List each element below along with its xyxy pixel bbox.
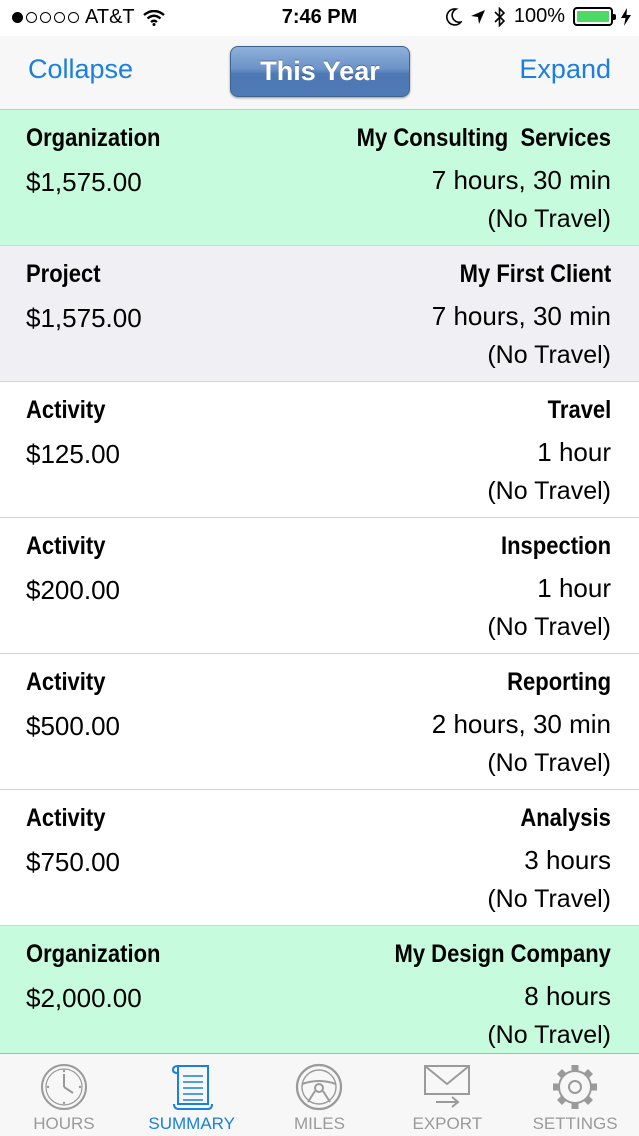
charging-icon (621, 7, 631, 26)
row-name: Inspection (500, 532, 611, 560)
period-selector-button[interactable]: This Year (230, 46, 410, 97)
row-type: Activity (26, 668, 106, 696)
row-type: Organization (26, 940, 161, 968)
row-travel: (No Travel) (487, 477, 611, 505)
battery-percent: 100% (513, 5, 565, 27)
envelope-icon (424, 1065, 471, 1108)
row-name: My Design Company (394, 940, 611, 968)
tab-summary[interactable]: SUMMARY (128, 1054, 256, 1136)
row-duration: 1 hour (537, 573, 611, 603)
row-name: Analysis (520, 804, 611, 832)
steering-wheel-icon (296, 1063, 343, 1111)
row-duration: 7 hours, 30 min (431, 301, 611, 331)
gear-icon (553, 1065, 598, 1109)
summary-row-organization[interactable]: Organization $2,000.00 My Design Company… (0, 926, 639, 1053)
row-duration: 3 hours (524, 845, 611, 875)
row-amount: $200.00 (26, 575, 120, 605)
battery-icon (573, 7, 616, 26)
row-duration: 7 hours, 30 min (431, 165, 611, 195)
row-duration: 1 hour (537, 437, 611, 467)
summary-row-activity[interactable]: Activity $500.00 Reporting 2 hours, 30 m… (0, 654, 639, 790)
expand-button[interactable]: Expand (519, 54, 611, 85)
row-duration: 8 hours (524, 981, 611, 1011)
row-amount: $125.00 (26, 439, 120, 469)
clock-icon (40, 1064, 87, 1110)
row-type: Activity (26, 396, 106, 424)
row-amount: $750.00 (26, 847, 120, 877)
summary-list[interactable]: Organization $1,575.00 My Consulting Ser… (0, 110, 639, 1053)
tab-label: MILES (293, 1114, 345, 1133)
tab-settings[interactable]: SETTINGS (511, 1054, 639, 1136)
summary-row-activity[interactable]: Activity $200.00 Inspection 1 hour (No T… (0, 518, 639, 654)
tab-hours[interactable]: HOURS (0, 1054, 128, 1136)
location-arrow-icon (470, 9, 485, 24)
row-travel: (No Travel) (487, 205, 611, 233)
summary-row-organization[interactable]: Organization $1,575.00 My Consulting Ser… (0, 110, 639, 246)
scroll-icon (171, 1065, 213, 1110)
row-type: Organization (26, 124, 161, 152)
row-travel: (No Travel) (487, 885, 611, 913)
row-name: My Consulting Services (356, 124, 611, 152)
tab-export[interactable]: EXPORT (383, 1054, 511, 1136)
row-name: Travel (547, 396, 611, 424)
row-type: Activity (26, 804, 106, 832)
row-amount: $1,575.00 (26, 303, 142, 333)
status-bar: AT&T 7:46 PM 100% (0, 0, 639, 36)
row-travel: (No Travel) (487, 613, 611, 641)
tab-label: SETTINGS (532, 1114, 618, 1133)
row-travel: (No Travel) (487, 749, 611, 777)
summary-row-activity[interactable]: Activity $750.00 Analysis 3 hours (No Tr… (0, 790, 639, 926)
nav-bar: Collapse This Year Expand (0, 36, 639, 110)
row-type: Project (26, 260, 101, 288)
row-name: Reporting (507, 668, 611, 696)
row-travel: (No Travel) (487, 1021, 611, 1049)
summary-row-activity[interactable]: Activity $125.00 Travel 1 hour (No Trave… (0, 382, 639, 518)
tab-miles[interactable]: MILES (256, 1054, 384, 1136)
summary-row-project[interactable]: Project $1,575.00 My First Client 7 hour… (0, 246, 639, 382)
collapse-button[interactable]: Collapse (28, 54, 133, 85)
tab-bar: HOURS SUMMARY MILES EXPORT SETTINGS (0, 1053, 639, 1136)
row-name: My First Client (459, 260, 611, 288)
row-amount: $500.00 (26, 711, 120, 741)
row-amount: $1,575.00 (26, 167, 142, 197)
status-right: 100% (445, 5, 631, 28)
row-duration: 2 hours, 30 min (431, 709, 611, 739)
tab-label: SUMMARY (148, 1114, 235, 1133)
bluetooth-icon (494, 6, 505, 27)
row-amount: $2,000.00 (26, 983, 142, 1013)
moon-icon (445, 7, 462, 26)
tab-label: EXPORT (412, 1114, 483, 1133)
tab-label: HOURS (33, 1114, 95, 1133)
row-type: Activity (26, 532, 106, 560)
row-travel: (No Travel) (487, 341, 611, 369)
